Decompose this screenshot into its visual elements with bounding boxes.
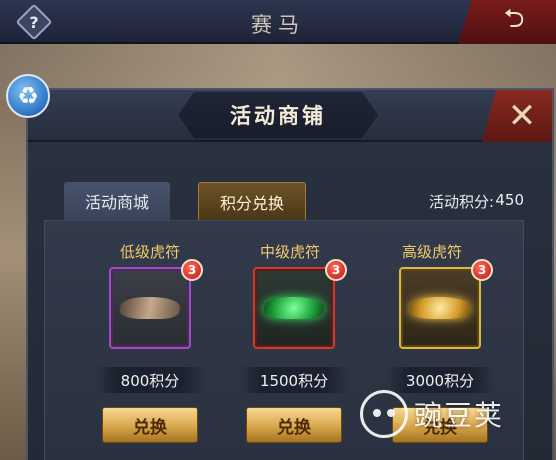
wandoujia-logo-icon	[360, 390, 408, 438]
redeem-button[interactable]: 兑换	[102, 407, 198, 443]
item-icon-frame[interactable]	[399, 267, 481, 349]
activity-points-label: 活动积分:	[428, 193, 494, 211]
item-price: 800积分	[95, 367, 205, 393]
back-button[interactable]: ⮌	[458, 0, 556, 44]
item-icon-frame[interactable]	[253, 267, 335, 349]
bronze-tiger-tally-icon	[118, 297, 182, 319]
jade-tiger-tally-icon	[262, 297, 326, 319]
count-badge: 3	[181, 259, 203, 281]
item-icon-frame[interactable]	[109, 267, 191, 349]
gold-tiger-tally-icon	[408, 297, 472, 319]
tab-activity-mall[interactable]: 活动商城	[64, 182, 170, 220]
redeem-button[interactable]: 兑换	[246, 407, 342, 443]
activity-points-value: 450	[495, 191, 524, 209]
back-arrow-icon: ⮌	[503, 4, 525, 34]
recycle-icon[interactable]: ♻	[6, 74, 50, 118]
item-name: 中级虎符	[259, 243, 320, 261]
top-bar: ? 赛马 ⮌	[0, 0, 556, 44]
item-name: 低级虎符	[119, 243, 180, 261]
count-badge: 3	[325, 259, 347, 281]
panel-header: 活动商铺 ✕	[28, 90, 552, 142]
tab-points-exchange[interactable]: 积分兑换	[198, 182, 306, 220]
watermark: 豌豆荚	[360, 384, 550, 444]
panel-title-plate: 活动商铺	[178, 92, 378, 138]
watermark-text: 豌豆荚	[414, 399, 505, 432]
panel-title: 活动商铺	[230, 103, 326, 128]
item-price: 1500积分	[239, 367, 349, 393]
count-badge: 3	[471, 259, 493, 281]
close-icon: ✕	[507, 96, 537, 136]
close-button[interactable]: ✕	[482, 90, 552, 142]
